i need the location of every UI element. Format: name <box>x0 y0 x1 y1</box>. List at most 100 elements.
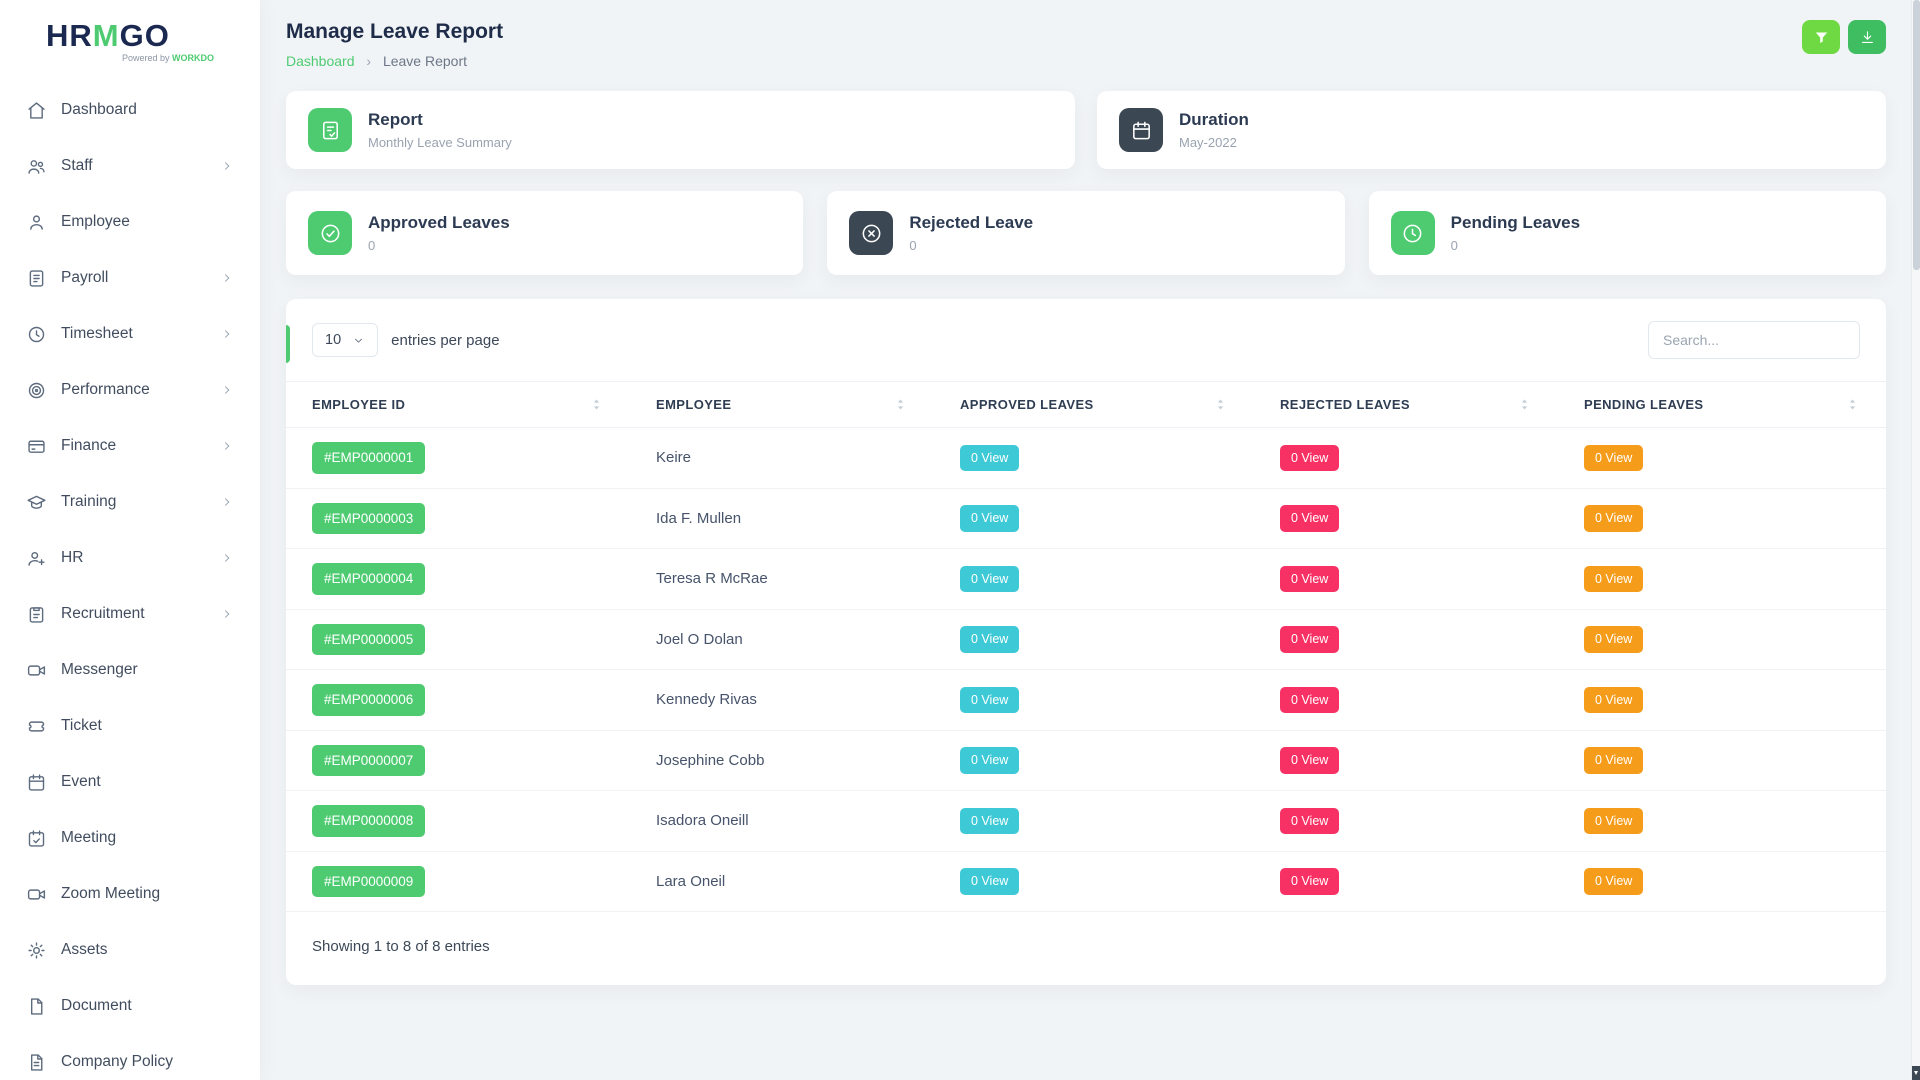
pending-leaves-view-button[interactable]: 0 View <box>1584 566 1643 593</box>
column-header-employee-id[interactable]: EMPLOYEE ID <box>286 382 630 428</box>
brand-logo[interactable]: HRMGO Powered by WORKDO <box>0 0 260 71</box>
search-input[interactable] <box>1648 321 1860 359</box>
chevron-right-icon <box>220 271 234 285</box>
sidebar-item-label: Dashboard <box>61 101 234 119</box>
column-header-approved-leaves[interactable]: APPROVED LEAVES <box>934 382 1254 428</box>
approved-leaves-view-button[interactable]: 0 View <box>960 747 1019 774</box>
approved-leaves-view-button[interactable]: 0 View <box>960 687 1019 714</box>
pending-leaves-card: Pending Leaves 0 <box>1369 191 1886 275</box>
sidebar-item-document[interactable]: Document <box>12 983 248 1029</box>
pending-leaves-view-button[interactable]: 0 View <box>1584 868 1643 895</box>
sidebar-item-event[interactable]: Event <box>12 759 248 805</box>
approved-leaves-view-button[interactable]: 0 View <box>960 626 1019 653</box>
stat-label: Rejected Leave <box>909 213 1033 233</box>
sidebar-item-meeting[interactable]: Meeting <box>12 815 248 861</box>
sidebar-item-recruitment[interactable]: Recruitment <box>12 591 248 637</box>
summary-cards: Report Monthly Leave Summary Duration Ma… <box>286 91 1886 169</box>
rejected-leaves-view-button[interactable]: 0 View <box>1280 868 1339 895</box>
sidebar-item-employee[interactable]: Employee <box>12 199 248 245</box>
filter-button[interactable] <box>1802 20 1840 54</box>
rejected-leave-card: Rejected Leave 0 <box>827 191 1344 275</box>
sidebar-item-performance[interactable]: Performance <box>12 367 248 413</box>
pending-leaves-view-button[interactable]: 0 View <box>1584 445 1643 472</box>
sidebar-item-label: Meeting <box>61 829 234 847</box>
approved-leaves-view-button[interactable]: 0 View <box>960 445 1019 472</box>
rejected-leaves-view-button[interactable]: 0 View <box>1280 505 1339 532</box>
rejected-leaves-view-button[interactable]: 0 View <box>1280 566 1339 593</box>
sidebar-item-zoom-meeting[interactable]: Zoom Meeting <box>12 871 248 917</box>
column-header-pending-leaves[interactable]: PENDING LEAVES <box>1558 382 1886 428</box>
sidebar-item-dashboard[interactable]: Dashboard <box>12 87 248 133</box>
sidebar-item-staff[interactable]: Staff <box>12 143 248 189</box>
training-icon <box>26 492 47 513</box>
column-header-rejected-leaves[interactable]: REJECTED LEAVES <box>1254 382 1558 428</box>
scrollbar-thumb[interactable] <box>1913 0 1920 270</box>
brand-tagline: Powered by WORKDO <box>46 53 240 63</box>
sort-icon[interactable] <box>589 397 604 412</box>
employee-name: Isadora Oneill <box>656 812 749 829</box>
logo-text-go: GO <box>120 18 170 53</box>
table-row: #EMP0000005Joel O Dolan0 View0 View0 Vie… <box>286 609 1886 670</box>
chevron-right-icon <box>220 607 234 621</box>
approved-leaves-view-button[interactable]: 0 View <box>960 505 1019 532</box>
entries-per-page-select[interactable]: 10 <box>312 323 378 357</box>
breadcrumb-dashboard-link[interactable]: Dashboard <box>286 53 355 69</box>
approved-leaves-card: Approved Leaves 0 <box>286 191 803 275</box>
staff-icon <box>26 156 47 177</box>
pending-leaves-view-button[interactable]: 0 View <box>1584 687 1643 714</box>
duration-card-title: Duration <box>1179 110 1249 130</box>
pending-leaves-view-button[interactable]: 0 View <box>1584 808 1643 835</box>
ticket-icon <box>26 716 47 737</box>
pending-leaves-view-button[interactable]: 0 View <box>1584 505 1643 532</box>
chevron-right-icon <box>220 159 234 173</box>
scroll-down-button[interactable] <box>1912 1066 1920 1080</box>
sort-icon[interactable] <box>1517 397 1532 412</box>
approved-leaves-view-button[interactable]: 0 View <box>960 808 1019 835</box>
leave-report-table-card: 10 entries per page EMPLOYEE IDEMPLOYEEA… <box>286 299 1886 985</box>
sidebar-item-messenger[interactable]: Messenger <box>12 647 248 693</box>
sort-icon[interactable] <box>1213 397 1228 412</box>
page-scrollbar[interactable] <box>1911 0 1920 1080</box>
event-icon <box>26 772 47 793</box>
rejected-leaves-view-button[interactable]: 0 View <box>1280 808 1339 835</box>
pending-leaves-view-button[interactable]: 0 View <box>1584 747 1643 774</box>
sidebar-item-label: Zoom Meeting <box>61 885 234 903</box>
sidebar-item-assets[interactable]: Assets <box>12 927 248 973</box>
approved-leaves-view-button[interactable]: 0 View <box>960 566 1019 593</box>
employee-id-badge: #EMP0000009 <box>312 866 425 898</box>
rejected-leaves-view-button[interactable]: 0 View <box>1280 687 1339 714</box>
sidebar-item-timesheet[interactable]: Timesheet <box>12 311 248 357</box>
sidebar-item-training[interactable]: Training <box>12 479 248 525</box>
rejected-leaves-view-button[interactable]: 0 View <box>1280 626 1339 653</box>
sidebar-item-label: Timesheet <box>61 325 206 343</box>
export-button[interactable] <box>1848 20 1886 54</box>
calendar-icon <box>1119 108 1163 152</box>
sidebar-item-company-policy[interactable]: Company Policy <box>12 1039 248 1080</box>
sidebar-item-finance[interactable]: Finance <box>12 423 248 469</box>
entries-per-page-label: entries per page <box>391 332 499 349</box>
sort-icon[interactable] <box>1845 397 1860 412</box>
approved-leaves-view-button[interactable]: 0 View <box>960 868 1019 895</box>
duration-card: Duration May-2022 <box>1097 91 1886 169</box>
sidebar-item-label: Employee <box>61 213 234 231</box>
stat-cards: Approved Leaves 0 Rejected Leave 0 Pendi… <box>286 191 1886 275</box>
performance-icon <box>26 380 47 401</box>
sidebar-item-hr[interactable]: HR <box>12 535 248 581</box>
duration-card-value: May-2022 <box>1179 135 1249 150</box>
chevron-right-icon <box>220 439 234 453</box>
pending-leaves-view-button[interactable]: 0 View <box>1584 626 1643 653</box>
meeting-icon <box>26 828 47 849</box>
employee-name: Lara Oneil <box>656 873 725 890</box>
employee-id-badge: #EMP0000006 <box>312 684 425 716</box>
stat-label: Pending Leaves <box>1451 213 1580 233</box>
chevron-down-icon <box>352 334 365 347</box>
sidebar-item-payroll[interactable]: Payroll <box>12 255 248 301</box>
rejected-leaves-view-button[interactable]: 0 View <box>1280 747 1339 774</box>
chevron-right-icon <box>220 551 234 565</box>
rejected-leaves-view-button[interactable]: 0 View <box>1280 445 1339 472</box>
employee-name: Keire <box>656 449 691 466</box>
hr-icon <box>26 548 47 569</box>
sidebar-item-ticket[interactable]: Ticket <box>12 703 248 749</box>
column-header-employee[interactable]: EMPLOYEE <box>630 382 934 428</box>
sort-icon[interactable] <box>893 397 908 412</box>
